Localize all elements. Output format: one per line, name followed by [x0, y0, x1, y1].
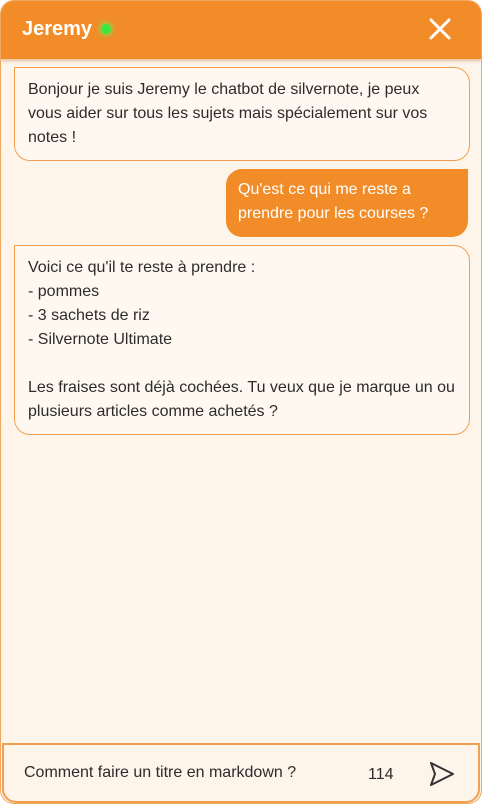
message-input[interactable]: [24, 764, 344, 782]
bot-message: Voici ce qu'il te reste à prendre : - po…: [14, 245, 470, 435]
message-composer: 114: [2, 743, 480, 803]
close-button[interactable]: [427, 16, 453, 42]
user-message: Qu'est ce qui me reste a prendre pour le…: [226, 169, 468, 237]
chat-header: Jeremy: [1, 1, 481, 59]
online-status-indicator: [101, 24, 111, 34]
chat-window: Jeremy Bonjour je suis Jeremy le chatbot…: [0, 0, 482, 804]
send-icon: [430, 762, 454, 786]
chatbot-name: Jeremy: [22, 18, 93, 40]
character-count: 114: [368, 766, 394, 783]
message-list[interactable]: Bonjour je suis Jeremy le chatbot de sil…: [1, 59, 481, 743]
send-button[interactable]: [426, 759, 456, 789]
close-icon: [429, 18, 451, 40]
bot-message: Bonjour je suis Jeremy le chatbot de sil…: [14, 67, 470, 161]
